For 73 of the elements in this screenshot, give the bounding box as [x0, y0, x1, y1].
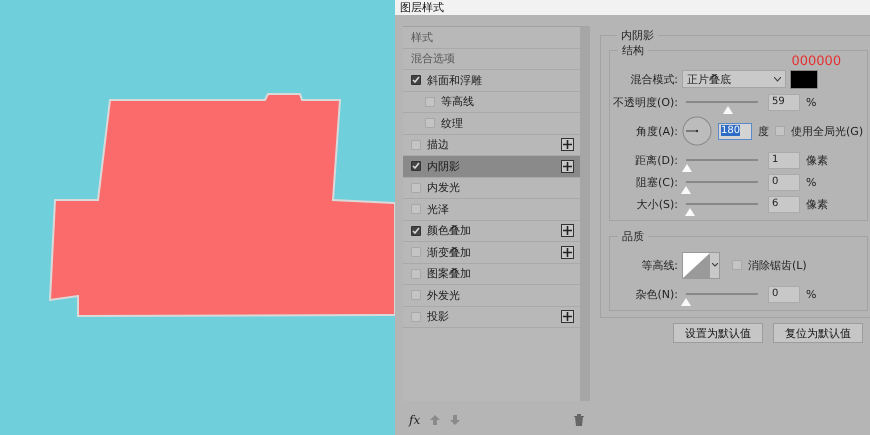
checkbox[interactable] [425, 96, 435, 107]
caret-icon [712, 263, 718, 267]
default-button[interactable]: 设置为默认值 [673, 323, 764, 343]
checkbox[interactable] [411, 312, 421, 322]
checkbox-label: 使用全局光(G) [791, 124, 864, 138]
checkbox[interactable] [411, 268, 421, 279]
style-list-item[interactable]: 混合选项 [403, 48, 580, 70]
caret-icon [774, 76, 781, 82]
value-field[interactable]: 1 [768, 152, 800, 168]
unit-label: % [806, 288, 816, 300]
contour-icon [683, 252, 710, 278]
up-arrow-icon[interactable] [430, 415, 440, 425]
angle-dial-icon[interactable] [682, 116, 712, 146]
add-button[interactable] [561, 138, 574, 152]
value-field[interactable]: 6 [768, 196, 800, 212]
unit-label: 像素 [806, 152, 828, 168]
checkbox[interactable] [411, 247, 421, 258]
section-title: 内阴影 [620, 28, 655, 43]
effect-list-item[interactable]: 投影 [403, 306, 580, 328]
unit-label: % [806, 96, 816, 108]
slider-thumb[interactable] [684, 206, 695, 214]
checkbox[interactable] [411, 204, 421, 214]
field-label: 等高线: [640, 258, 679, 272]
field-label: 距离(D): [634, 152, 679, 168]
slider-thumb[interactable] [682, 162, 692, 170]
unit-label: 度 [758, 124, 769, 138]
add-button[interactable] [561, 310, 574, 324]
angle-field[interactable]: 180 [718, 122, 752, 140]
scroll-bar[interactable] [580, 26, 590, 401]
checkbox[interactable] [411, 182, 421, 193]
contour-picker[interactable] [682, 252, 720, 278]
field-label: 大小(S): [636, 196, 679, 212]
checkbox[interactable] [732, 260, 742, 270]
group-title: 结构 [621, 43, 645, 58]
effect-list-item[interactable]: 等高线 [403, 92, 580, 113]
field-label: 不透明度(O): [612, 94, 679, 110]
effect-list-item[interactable]: 颜色叠加 [403, 220, 580, 242]
checkbox[interactable] [425, 118, 435, 128]
checkbox[interactable] [411, 290, 421, 300]
checkbox[interactable] [411, 75, 421, 86]
value-field[interactable]: 0 [768, 174, 800, 190]
checkbox[interactable] [411, 140, 421, 150]
group-title: 品质 [621, 229, 645, 244]
effect-list-item[interactable]: 内阴影 [403, 156, 580, 178]
value-field[interactable]: 59 [768, 94, 800, 110]
field-label: 阻塞(C): [635, 174, 679, 190]
color-code-annotation: 000000 [791, 54, 842, 69]
window-title: 图层样式 [400, 0, 444, 15]
field-label: 角度(A): [635, 124, 679, 138]
unit-label: % [806, 176, 816, 188]
add-button[interactable] [561, 160, 574, 173]
checkbox[interactable] [411, 161, 421, 172]
checkbox-label: 消除锯齿(L) [748, 258, 807, 272]
field-label: 混合模式: [629, 72, 679, 86]
down-arrow-icon[interactable] [450, 415, 460, 425]
value-field[interactable]: 0 [768, 286, 800, 302]
unit-label: 像素 [806, 196, 828, 212]
effect-list-item[interactable]: 描边 [403, 134, 580, 156]
effect-list-item[interactable]: 图案叠加 [403, 264, 580, 285]
trash-icon[interactable] [574, 414, 584, 426]
add-button[interactable] [561, 246, 574, 259]
color-swatch[interactable] [790, 70, 818, 88]
effect-list-item[interactable]: 内发光 [403, 178, 580, 199]
default-button[interactable]: 复位为默认值 [773, 323, 864, 343]
slider-thumb[interactable] [723, 104, 734, 112]
fx-button[interactable]: fx [409, 413, 420, 427]
add-button[interactable] [561, 224, 574, 238]
slider-thumb[interactable] [681, 184, 691, 192]
slider-thumb[interactable] [681, 296, 691, 304]
checkbox[interactable] [411, 226, 421, 236]
checkbox[interactable] [775, 126, 785, 136]
field-label: 杂色(N): [634, 286, 679, 302]
blend-mode-select[interactable]: 正片叠底 [682, 70, 786, 88]
